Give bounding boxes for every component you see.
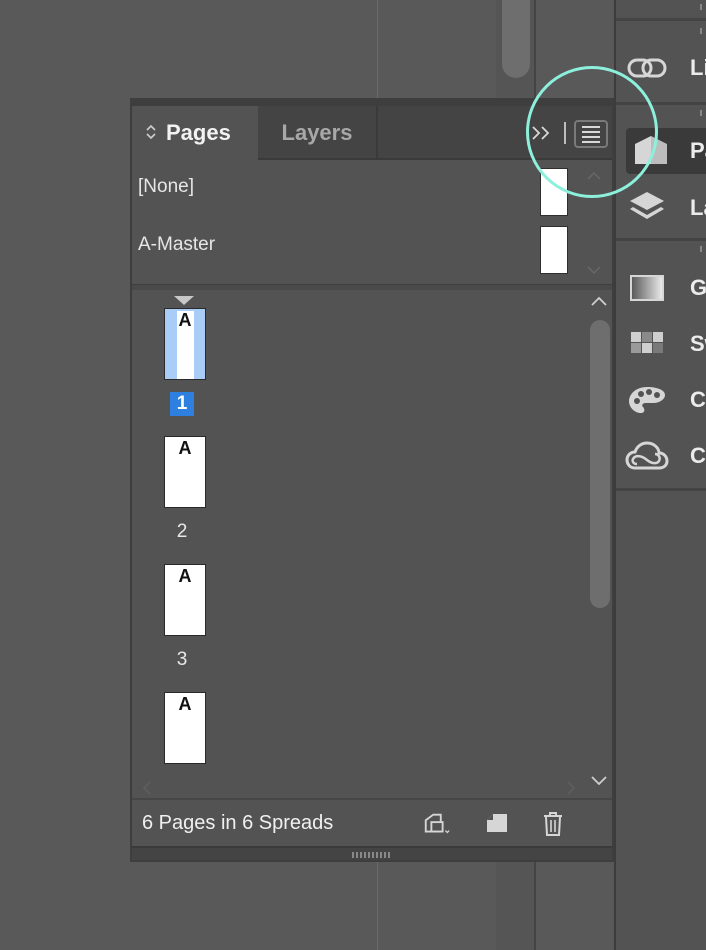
pages-panel: Pages Layers [None] A-Master A 1 A 2 A 3… bbox=[130, 98, 614, 862]
dock-item-label: Li bbox=[690, 55, 706, 80]
page-number-2[interactable]: 2 bbox=[170, 520, 194, 544]
dock-item-label: Sw bbox=[690, 331, 706, 356]
resize-grip-icon[interactable] bbox=[352, 852, 392, 858]
page-master-letter: A bbox=[178, 566, 192, 586]
pages-list: A 1 A 2 A 3 A bbox=[132, 290, 584, 795]
page-master-letter: A bbox=[176, 311, 194, 379]
dock-item-label: G bbox=[690, 275, 706, 300]
masters-scroll-down-icon[interactable] bbox=[586, 262, 602, 278]
master-item-none[interactable]: [None] bbox=[138, 162, 194, 212]
master-thumbnail-a-master[interactable] bbox=[540, 226, 568, 274]
dock-item-gradient[interactable]: G bbox=[622, 266, 706, 310]
scroll-up-icon[interactable] bbox=[590, 294, 608, 312]
page-number-1[interactable]: 1 bbox=[170, 392, 194, 416]
dock-grip[interactable] bbox=[700, 110, 706, 116]
page-master-letter: A bbox=[178, 438, 192, 458]
trash-icon bbox=[544, 812, 562, 836]
dock-separator bbox=[616, 18, 706, 21]
dock-separator bbox=[616, 488, 706, 491]
dock-item-cc-libraries[interactable]: C bbox=[622, 434, 706, 478]
page-number-3[interactable]: 3 bbox=[170, 648, 194, 672]
master-label: A-Master bbox=[138, 234, 216, 255]
scroll-left-icon[interactable] bbox=[142, 780, 152, 795]
color-theme-icon bbox=[622, 378, 672, 422]
tab-layers-label: Layers bbox=[281, 120, 353, 145]
current-page-indicator-icon bbox=[174, 296, 194, 305]
page-thumbnail-3[interactable]: A bbox=[164, 564, 206, 636]
tab-pages-label: Pages bbox=[166, 120, 231, 145]
dock-item-swatches[interactable]: Sw bbox=[622, 322, 706, 366]
workspace-scroll-thumb[interactable] bbox=[502, 0, 530, 78]
scroll-right-icon[interactable] bbox=[566, 780, 576, 795]
edit-page-size-button[interactable] bbox=[422, 810, 452, 838]
panel-resize-bar[interactable] bbox=[132, 846, 612, 860]
pages-summary: 6 Pages in 6 Spreads bbox=[142, 812, 334, 834]
dock-item-layers[interactable]: La bbox=[622, 186, 706, 230]
page-thumbnail-4[interactable]: A bbox=[164, 692, 206, 764]
swatches-icon bbox=[622, 322, 672, 366]
page-master-letter: A bbox=[178, 694, 192, 714]
highlight-ring bbox=[526, 66, 658, 198]
dock-item-label: Pa bbox=[690, 138, 706, 163]
page-size-icon bbox=[424, 813, 450, 834]
cc-libraries-icon bbox=[622, 434, 672, 478]
dock-grip[interactable] bbox=[700, 28, 706, 34]
page-thumbnail-2[interactable]: A bbox=[164, 436, 206, 508]
panel-footer: 6 Pages in 6 Spreads bbox=[132, 798, 612, 846]
scroll-thumb[interactable] bbox=[590, 320, 610, 608]
dock-item-label: C bbox=[690, 387, 706, 412]
dock-item-label: C bbox=[690, 443, 706, 468]
layers-icon bbox=[622, 186, 672, 230]
tab-pages[interactable]: Pages bbox=[132, 106, 258, 160]
pages-vertical-scrollbar[interactable] bbox=[586, 290, 614, 795]
dock-item-color-theme[interactable]: C bbox=[622, 378, 706, 422]
delete-page-button[interactable] bbox=[538, 810, 568, 838]
scroll-down-icon[interactable] bbox=[590, 774, 608, 792]
master-label: [None] bbox=[138, 176, 194, 197]
dock-separator bbox=[616, 238, 706, 241]
new-page-icon bbox=[487, 814, 507, 832]
dock-item-label: La bbox=[690, 195, 706, 220]
gradient-icon bbox=[622, 266, 672, 310]
master-item-a-master[interactable]: A-Master bbox=[138, 220, 215, 270]
tab-updown-icon bbox=[146, 124, 156, 142]
page-thumbnail-1[interactable]: A bbox=[164, 308, 206, 380]
create-new-page-button[interactable] bbox=[482, 810, 512, 838]
dock-grip[interactable] bbox=[700, 4, 706, 10]
dock-grip[interactable] bbox=[700, 246, 706, 252]
masters-section: [None] A-Master bbox=[132, 162, 612, 286]
tab-layers[interactable]: Layers bbox=[258, 106, 378, 160]
